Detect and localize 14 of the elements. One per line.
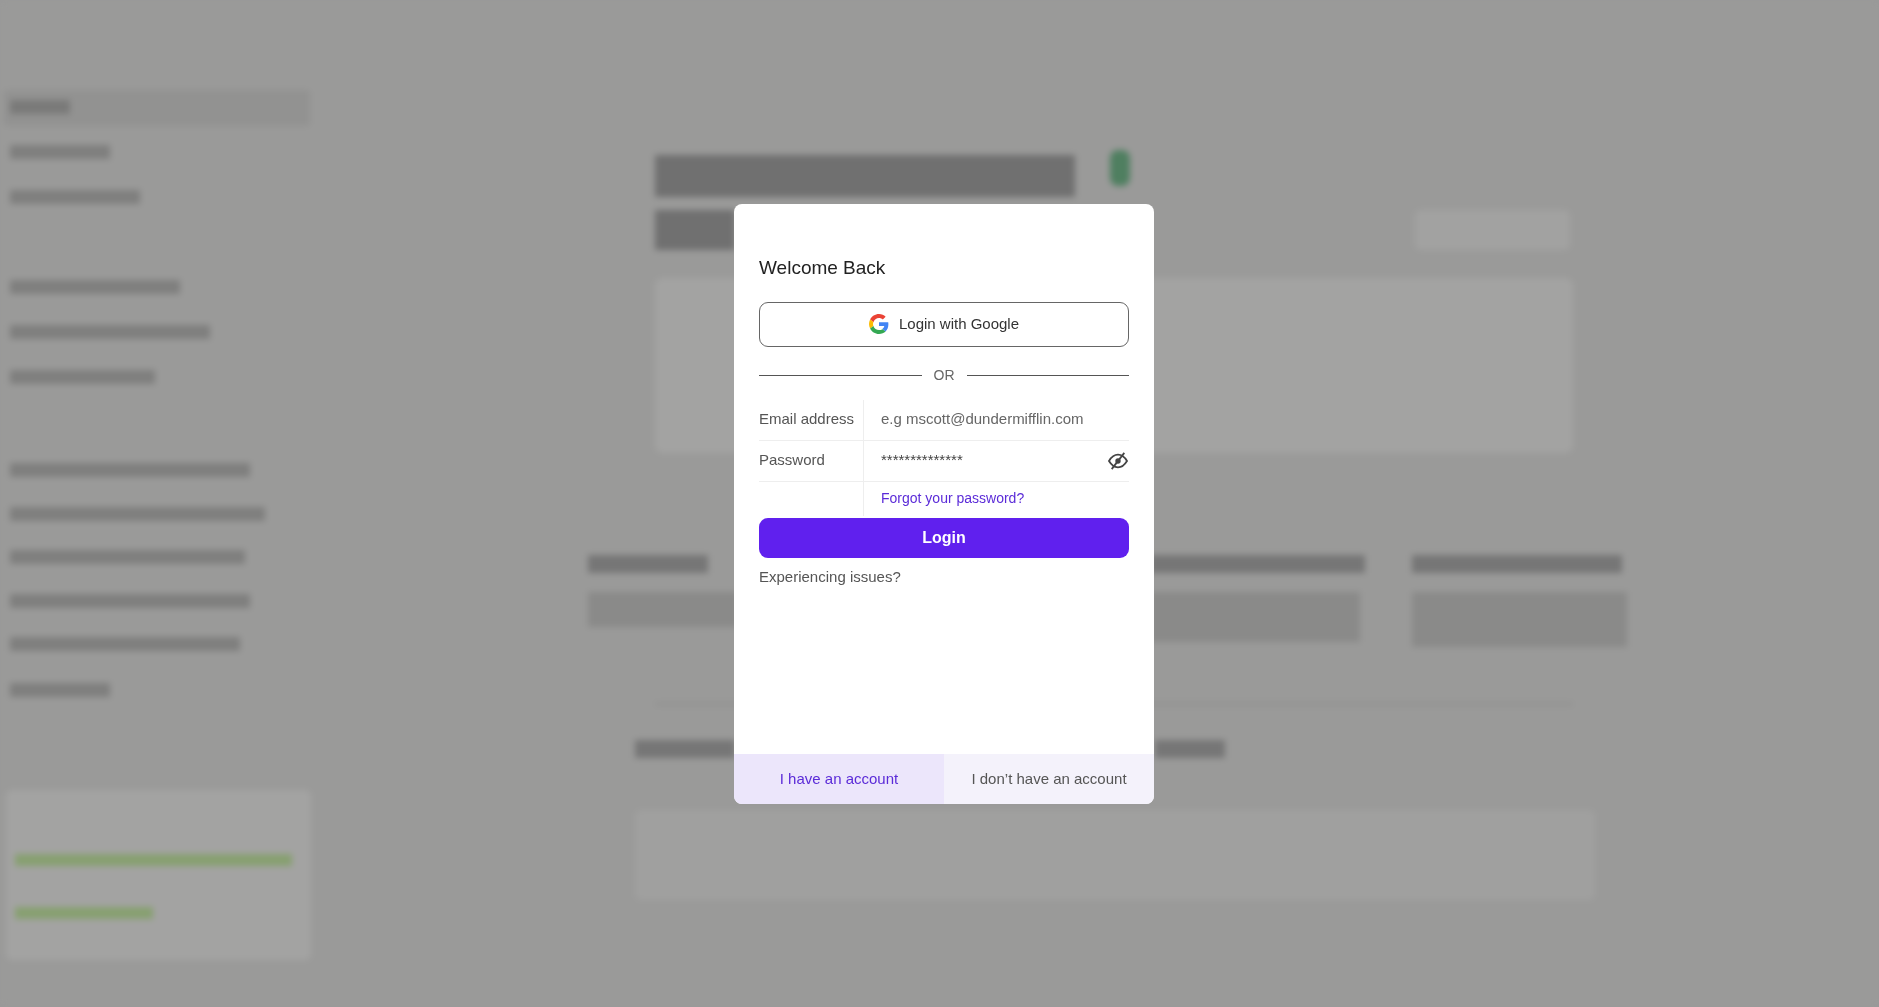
google-logo-icon — [868, 314, 889, 334]
password-field[interactable]: ************** — [864, 440, 1107, 481]
field-label: Password — [759, 440, 864, 481]
account-tab[interactable]: I don’t have an account — [944, 754, 1154, 804]
dialog-title: Welcome Back — [759, 256, 887, 280]
field-label: Email address — [759, 399, 864, 440]
issues-text: Experiencing issues? — [759, 566, 902, 587]
hidden-eye-icon[interactable] — [1107, 451, 1129, 470]
forgot-password-link[interactable]: Forgot your password? — [864, 481, 1025, 516]
account-tab[interactable]: I have an account — [734, 754, 944, 804]
login-button[interactable]: Login — [759, 517, 1129, 558]
divider-text: OR — [933, 365, 955, 385]
google-login-button[interactable]: Login with Google — [759, 301, 1129, 347]
email-field[interactable]: e.g mscott@dundermifflin.com — [864, 399, 1129, 440]
